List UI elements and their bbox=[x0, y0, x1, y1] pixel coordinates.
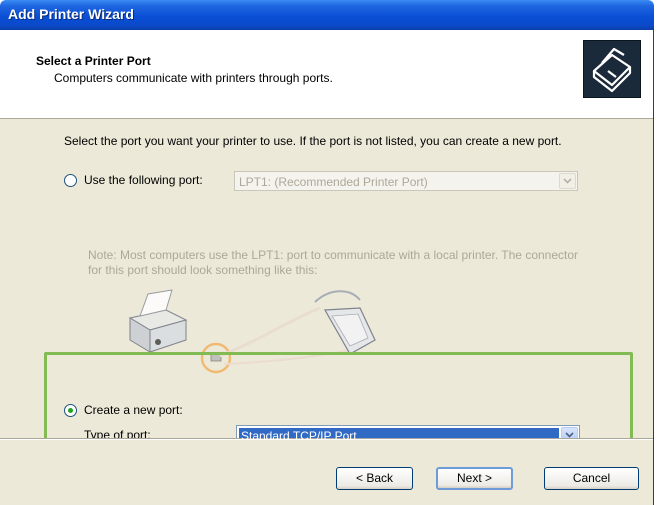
page-title: Select a Printer Port bbox=[36, 54, 151, 68]
next-button[interactable]: Next > bbox=[436, 467, 513, 490]
back-button[interactable]: < Back bbox=[336, 467, 413, 490]
page-subtitle: Computers communicate with printers thro… bbox=[54, 71, 333, 85]
chevron-down-icon bbox=[559, 173, 576, 189]
use-existing-port-label[interactable]: Use the following port: bbox=[84, 173, 203, 187]
wizard-body: Select the port you want your printer to… bbox=[0, 120, 653, 445]
port-note: Note: Most computers use the LPT1: port … bbox=[88, 248, 579, 277]
printer-icon bbox=[128, 289, 188, 353]
intro-text: Select the port you want your printer to… bbox=[64, 134, 562, 148]
wizard-footer: < Back Next > Cancel bbox=[0, 440, 653, 505]
port-type-value: Standard TCP/IP Port bbox=[241, 429, 357, 443]
create-new-port-label[interactable]: Create a new port: bbox=[84, 403, 183, 417]
cancel-button[interactable]: Cancel bbox=[544, 467, 639, 490]
create-new-port-radio[interactable] bbox=[64, 404, 77, 417]
parallel-connector-icon bbox=[314, 290, 376, 355]
existing-port-select: LPT1: (Recommended Printer Port) bbox=[234, 171, 578, 191]
wizard-header: Select a Printer Port Computers communic… bbox=[0, 30, 653, 118]
printer-port-icon bbox=[583, 40, 641, 98]
existing-port-value: LPT1: (Recommended Printer Port) bbox=[239, 175, 428, 189]
title-bar: Add Printer Wizard bbox=[0, 0, 654, 30]
wizard-window: Select a Printer Port Computers communic… bbox=[0, 30, 654, 505]
window-title: Add Printer Wizard bbox=[8, 6, 134, 22]
use-existing-port-radio[interactable] bbox=[64, 174, 77, 187]
